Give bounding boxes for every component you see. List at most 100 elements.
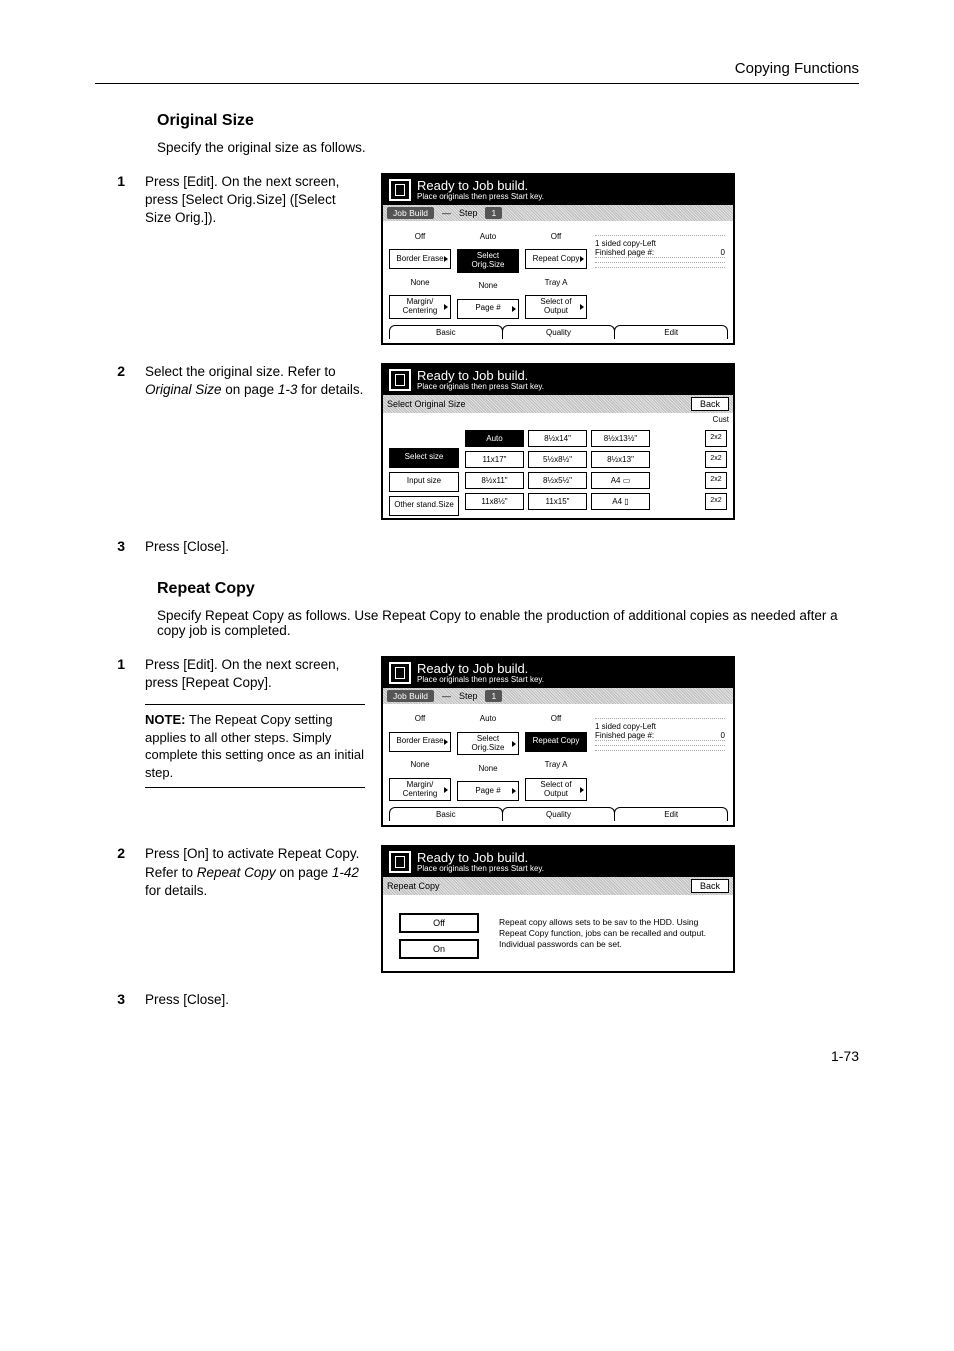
select-size-button[interactable]: Select size <box>389 448 459 468</box>
info-label: Finished page #: <box>595 731 654 740</box>
job-build-chip: Job Build <box>387 207 434 219</box>
running-header: Copying Functions <box>95 60 859 84</box>
page-number-button[interactable]: Page # <box>457 299 519 319</box>
cell: Off <box>389 710 451 728</box>
size-option[interactable]: 2x2 <box>705 451 727 468</box>
panel-subtitle: Place originals then press Start key. <box>417 864 544 873</box>
size-option[interactable]: 11x8½" <box>465 493 524 510</box>
step-text: Press [On] to activate Repeat Copy. Refe… <box>145 845 375 900</box>
tab-basic[interactable]: Basic <box>389 807 503 821</box>
tab-quality[interactable]: Quality <box>502 325 616 339</box>
back-button[interactable]: Back <box>691 879 729 893</box>
size-option[interactable]: 11x17" <box>465 451 524 468</box>
off-button[interactable]: Off <box>399 913 479 933</box>
panel-title: Ready to Job build. <box>417 662 544 675</box>
step-number: 3 <box>95 538 145 554</box>
tab-basic[interactable]: Basic <box>389 325 503 339</box>
page-number-button[interactable]: Page # <box>457 781 519 801</box>
cell: None <box>389 273 451 291</box>
size-option[interactable]: 5½x8½" <box>528 451 587 468</box>
description-text: Repeat copy allows sets to be sav to the… <box>499 913 727 959</box>
tab-edit[interactable]: Edit <box>614 325 728 339</box>
size-option[interactable]: 2x2 <box>705 493 727 510</box>
screen-edit-panel: Ready to Job build. Place originals then… <box>381 173 735 345</box>
document-icon <box>389 851 411 873</box>
cell: Auto <box>457 710 519 728</box>
select-output-button[interactable]: Select of Output <box>525 778 587 802</box>
document-icon <box>389 662 411 684</box>
dash: — <box>442 208 451 218</box>
back-button[interactable]: Back <box>691 397 729 411</box>
step-text: Press [Close]. <box>145 538 375 556</box>
dash: — <box>442 691 451 701</box>
section-title-repeat-copy: Repeat Copy <box>157 580 859 598</box>
info-label: Finished page #: <box>595 248 654 257</box>
cell: Tray A <box>525 756 587 774</box>
size-option[interactable]: 8½x13" <box>591 451 650 468</box>
intro-repeat-copy: Specify Repeat Copy as follows. Use Repe… <box>157 608 859 638</box>
panel-title: Ready to Job build. <box>417 851 544 864</box>
margin-centering-button[interactable]: Margin/ Centering <box>389 778 451 802</box>
margin-centering-button[interactable]: Margin/ Centering <box>389 295 451 319</box>
panel-title: Ready to Job build. <box>417 179 544 192</box>
panel-subtitle: Place originals then press Start key. <box>417 382 544 391</box>
intro-original-size: Specify the original size as follows. <box>157 140 859 155</box>
size-option[interactable]: 8½x14" <box>528 430 587 447</box>
cell: Off <box>389 227 451 245</box>
select-orig-size-button[interactable]: Select Orig.Size <box>457 249 519 273</box>
page-number: 1-73 <box>95 1048 859 1064</box>
panel-subtitle: Place originals then press Start key. <box>417 675 544 684</box>
border-erase-button[interactable]: Border Erase <box>389 732 451 752</box>
step-number: 3 <box>95 991 145 1007</box>
note-box: NOTE: The Repeat Copy setting applies to… <box>145 704 365 788</box>
cell: None <box>457 277 519 295</box>
repeat-copy-button[interactable]: Repeat Copy <box>525 732 587 752</box>
size-option[interactable]: 8½x5½" <box>528 472 587 489</box>
size-option[interactable]: 11x15" <box>528 493 587 510</box>
cell: None <box>457 759 519 777</box>
info-line: 1 sided copy-Left <box>595 722 725 731</box>
select-orig-size-button[interactable]: Select Orig.Size <box>457 732 519 756</box>
cell: Off <box>525 710 587 728</box>
section-title-original-size: Original Size <box>157 112 859 130</box>
step-label: Step <box>459 691 478 701</box>
info-value: 0 <box>721 248 725 257</box>
cell: Tray A <box>525 273 587 291</box>
step-number: 2 <box>95 845 145 861</box>
step-number: 1 <box>95 173 145 189</box>
info-value: 0 <box>721 731 725 740</box>
document-icon <box>389 369 411 391</box>
size-option[interactable]: 8½x13½" <box>591 430 650 447</box>
cell: Auto <box>457 227 519 245</box>
screen-edit-panel-2: Ready to Job build. Place originals then… <box>381 656 735 828</box>
border-erase-button[interactable]: Border Erase <box>389 249 451 269</box>
input-size-button[interactable]: Input size <box>389 472 459 492</box>
document-icon <box>389 179 411 201</box>
tab-quality[interactable]: Quality <box>502 807 616 821</box>
job-build-chip: Job Build <box>387 690 434 702</box>
step-number-chip: 1 <box>485 690 502 702</box>
select-output-button[interactable]: Select of Output <box>525 295 587 319</box>
size-option[interactable]: Auto <box>465 430 524 447</box>
bar-label: Repeat Copy <box>387 881 440 891</box>
screen-select-size-panel: Ready to Job build. Place originals then… <box>381 363 735 520</box>
info-line: 1 sided copy-Left <box>595 239 725 248</box>
step-text: Press [Edit]. On the next screen, press … <box>145 173 375 228</box>
cell: None <box>389 756 451 774</box>
repeat-copy-button[interactable]: Repeat Copy <box>525 249 587 269</box>
step-number: 2 <box>95 363 145 379</box>
size-option[interactable]: 2x2 <box>705 472 727 489</box>
bar-label: Select Original Size <box>387 399 466 409</box>
other-stand-size-button[interactable]: Other stand.Size <box>389 496 459 516</box>
tab-edit[interactable]: Edit <box>614 807 728 821</box>
step-number: 1 <box>95 656 145 672</box>
step-text: Press [Close]. <box>145 991 375 1009</box>
panel-title: Ready to Job build. <box>417 369 544 382</box>
step-number-chip: 1 <box>485 207 502 219</box>
step-text: Press [Edit]. On the next screen, press … <box>145 656 375 789</box>
size-option[interactable]: A4 ▭ <box>591 472 650 489</box>
size-option[interactable]: 8½x11" <box>465 472 524 489</box>
size-option[interactable]: A4 ▯ <box>591 493 650 510</box>
size-option[interactable]: 2x2 <box>705 430 727 447</box>
on-button[interactable]: On <box>399 939 479 959</box>
